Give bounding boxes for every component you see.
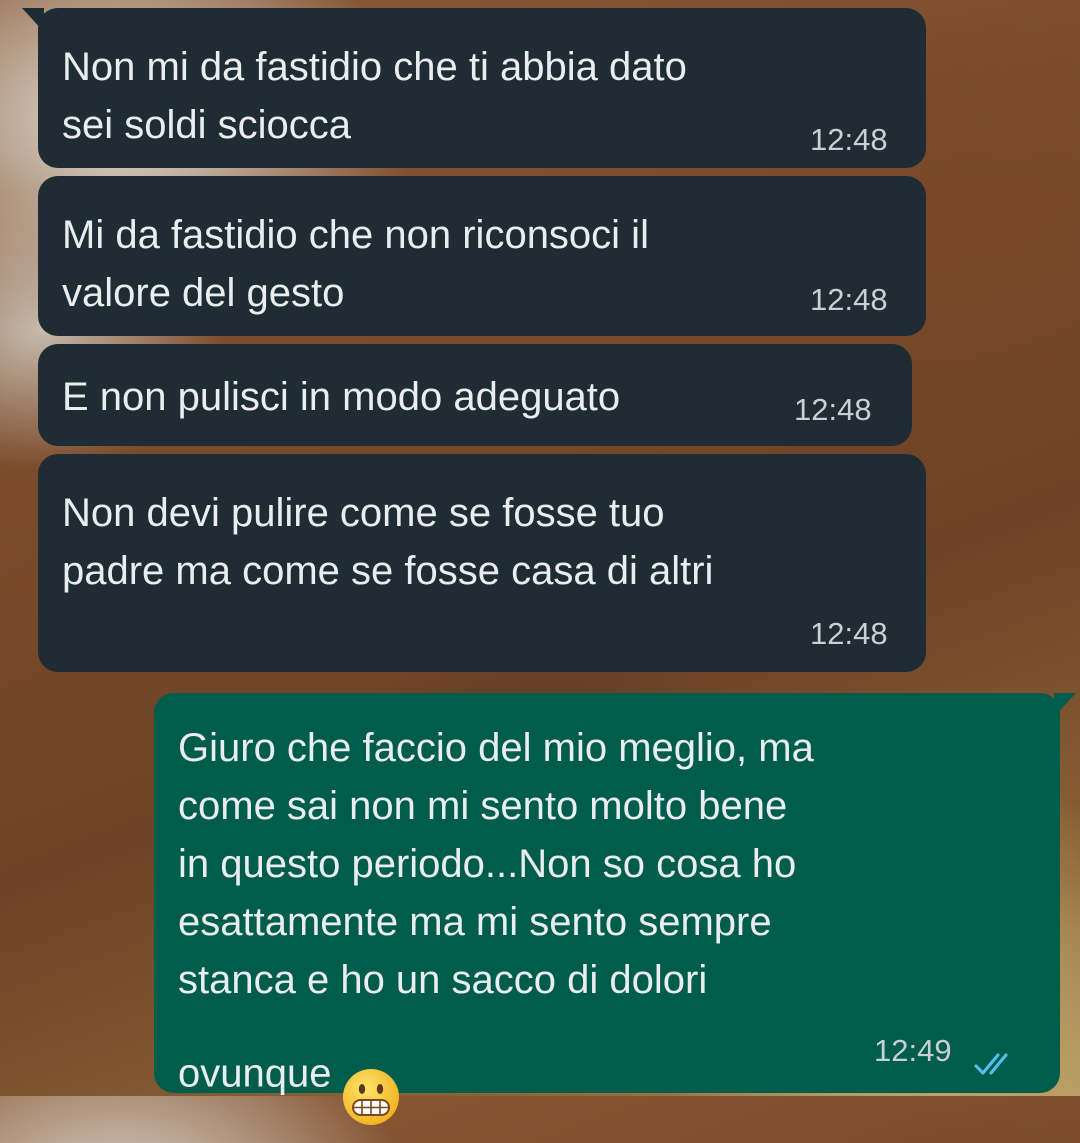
message-bubble-incoming[interactable]: Mi da fastidio che non riconsoci il valo… — [38, 176, 926, 336]
bubble-tail — [1054, 693, 1076, 717]
message-text: Mi da fastidio che non riconsoci il valo… — [62, 213, 649, 315]
message-text: Giuro che faccio del mio meglio, ma come… — [178, 719, 814, 1143]
message-text-content: Giuro che faccio del mio meglio, ma come… — [178, 726, 814, 1096]
grimacing-face-emoji — [341, 1009, 401, 1143]
message-bubble-incoming[interactable]: Non mi da fastidio che ti abbia dato sei… — [22, 8, 926, 168]
message-timestamp: 12:48 — [794, 392, 872, 427]
message-bubble-outgoing[interactable]: Giuro che faccio del mio meglio, ma come… — [154, 693, 1076, 1125]
message-text: Non mi da fastidio che ti abbia dato sei… — [62, 45, 687, 147]
message-timestamp: 12:48 — [810, 616, 888, 651]
message-timestamp: 12:49 — [874, 1033, 952, 1068]
message-text: Non devi pulire come se fosse tuo padre … — [62, 491, 714, 593]
message-timestamp: 12:48 — [810, 282, 888, 317]
message-timestamp: 12:48 — [810, 122, 888, 157]
bubble-tail — [22, 8, 44, 32]
message-bubble-incoming[interactable]: E non pulisci in modo adeguato 12:48 — [38, 344, 912, 446]
chat-conversation: Non mi da fastidio che ti abbia dato sei… — [0, 0, 1080, 1125]
read-double-check-icon — [972, 1037, 1018, 1095]
message-bubble-incoming[interactable]: Non devi pulire come se fosse tuo padre … — [38, 454, 926, 672]
message-text: E non pulisci in modo adeguato — [62, 375, 621, 419]
